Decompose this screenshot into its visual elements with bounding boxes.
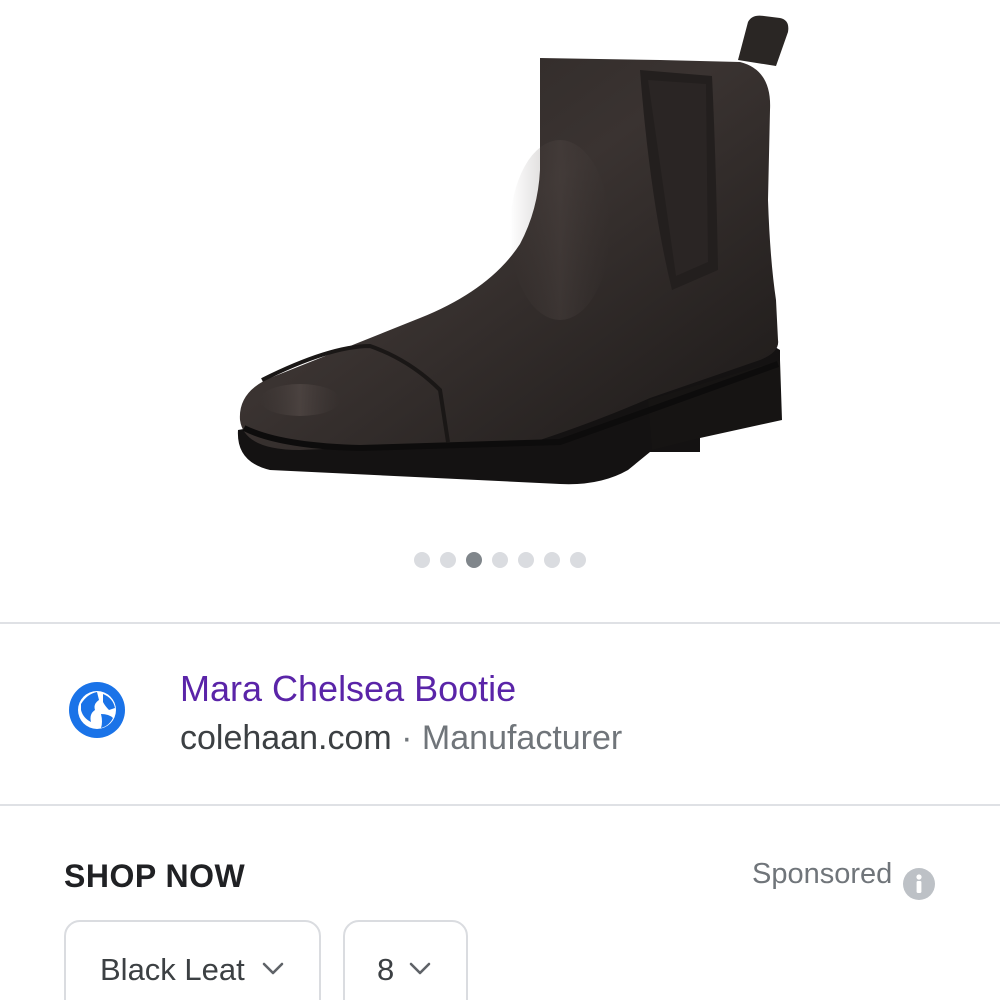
- chevron-down-icon: [262, 962, 284, 975]
- search-result: Mara Chelsea Bootie colehaan.com · Manuf…: [0, 624, 1000, 806]
- shop-now-heading: SHOP NOW: [64, 858, 246, 894]
- info-glyph: [916, 874, 922, 893]
- info-icon[interactable]: [903, 868, 935, 900]
- result-title-link[interactable]: Mara Chelsea Bootie: [180, 668, 516, 710]
- divider: [0, 804, 1000, 806]
- carousel-dot[interactable]: [570, 552, 586, 568]
- sponsored-label: Sponsored: [752, 858, 893, 890]
- result-source: colehaan.com · Manufacturer: [180, 719, 622, 758]
- source-separator: ·: [401, 719, 413, 757]
- product-card: Mara Chelsea Bootie colehaan.com · Manuf…: [0, 0, 1000, 1000]
- carousel-indicator: [0, 552, 1000, 568]
- color-select-value: Black Leat: [100, 952, 245, 987]
- carousel-dot[interactable]: [492, 552, 508, 568]
- color-select[interactable]: Black Leat: [64, 920, 321, 1000]
- carousel-dot[interactable]: [440, 552, 456, 568]
- carousel-dot[interactable]: [466, 552, 482, 568]
- globe-icon: [69, 682, 125, 738]
- carousel-dot[interactable]: [544, 552, 560, 568]
- product-image[interactable]: [0, 0, 1000, 540]
- chevron-down-icon: [409, 962, 431, 975]
- result-source-type: Manufacturer: [421, 719, 623, 757]
- carousel-dot[interactable]: [518, 552, 534, 568]
- carousel-dot[interactable]: [414, 552, 430, 568]
- chelsea-boot-image: [237, 15, 789, 485]
- result-domain: colehaan.com: [180, 719, 392, 757]
- size-select-value: 8: [377, 952, 395, 987]
- size-select[interactable]: 8: [343, 920, 468, 1000]
